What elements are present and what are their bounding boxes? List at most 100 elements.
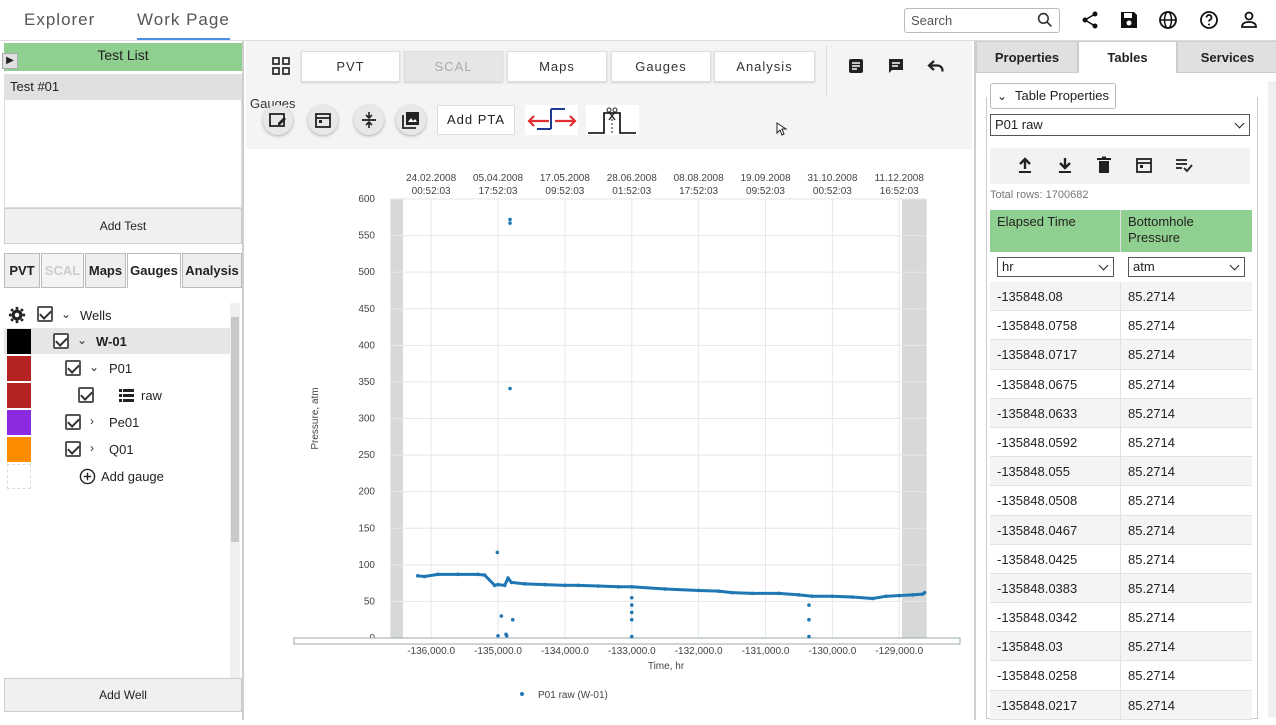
tab-properties[interactable]: Properties bbox=[976, 41, 1078, 73]
tab-pvt[interactable]: PVT bbox=[4, 253, 40, 288]
user-icon[interactable] bbox=[1239, 10, 1259, 30]
work-area: PVT SCAL Maps Gauges Analysis Gauges Add… bbox=[246, 41, 972, 720]
maps-button[interactable]: Maps bbox=[507, 51, 607, 82]
cell-pressure: 85.2714 bbox=[1128, 580, 1175, 596]
y-tick-label: 400 bbox=[358, 340, 375, 351]
table-row[interactable]: -135848.0592 85.2714 bbox=[990, 427, 1252, 458]
column-divider bbox=[1120, 369, 1121, 398]
color-swatch-p01[interactable] bbox=[7, 356, 31, 381]
column-header-elapsed-time[interactable]: Elapsed Time bbox=[997, 214, 1076, 230]
shift-button[interactable] bbox=[525, 105, 578, 135]
x-axis-scrollbar[interactable] bbox=[293, 637, 961, 645]
undo-icon[interactable] bbox=[927, 57, 945, 75]
pvt-button[interactable]: PVT bbox=[301, 51, 400, 82]
column-header-bottomhole-pressure[interactable]: Bottomhole Pressure bbox=[1128, 214, 1238, 246]
test-item[interactable]: Test #01 bbox=[4, 74, 242, 100]
grid-view-icon[interactable] bbox=[272, 57, 290, 75]
tree-row-q01[interactable]: › Q01 bbox=[4, 436, 230, 462]
table-scrollbar[interactable] bbox=[1268, 81, 1276, 717]
cell-pressure: 85.2714 bbox=[1128, 318, 1175, 334]
image-button[interactable] bbox=[396, 105, 426, 135]
add-well-button[interactable]: Add Well bbox=[4, 678, 242, 712]
data-point bbox=[504, 634, 509, 638]
tree-row-raw[interactable]: raw bbox=[4, 382, 230, 408]
gauges-button[interactable]: Gauges bbox=[611, 51, 711, 82]
table-select[interactable]: P01 raw bbox=[990, 114, 1250, 136]
table-row[interactable]: -135848.0342 85.2714 bbox=[990, 603, 1252, 633]
table-row[interactable]: -135848.03 85.2714 bbox=[990, 632, 1252, 662]
data-trace-segment bbox=[417, 574, 425, 579]
comment-icon[interactable] bbox=[887, 57, 905, 75]
table-row[interactable]: -135848.0758 85.2714 bbox=[990, 311, 1252, 341]
collapse-panel-button[interactable]: ▶ bbox=[2, 53, 18, 69]
table-row[interactable]: -135848.0258 85.2714 bbox=[990, 661, 1252, 691]
add-gauge-button[interactable]: Add gauge bbox=[4, 463, 230, 489]
globe-icon[interactable] bbox=[1158, 10, 1178, 30]
chevron-down-icon[interactable]: ⌄ bbox=[77, 334, 89, 346]
add-test-button[interactable]: Add Test bbox=[4, 208, 242, 244]
add-pta-button[interactable]: Add PTA bbox=[437, 105, 515, 135]
table-row[interactable]: -135848.0425 85.2714 bbox=[990, 544, 1252, 574]
tab-maps[interactable]: Maps bbox=[85, 253, 126, 288]
table-row[interactable]: -135848.0508 85.2714 bbox=[990, 486, 1252, 516]
tree-row-p01[interactable]: ⌄ P01 bbox=[4, 355, 230, 381]
data-point bbox=[508, 221, 512, 225]
tab-analysis[interactable]: Analysis bbox=[182, 253, 242, 288]
column-divider bbox=[1120, 311, 1121, 340]
table-row[interactable]: -135848.0675 85.2714 bbox=[990, 369, 1252, 399]
help-icon[interactable] bbox=[1199, 10, 1219, 30]
tab-gauges[interactable]: Gauges bbox=[127, 253, 181, 288]
p01-checkbox[interactable] bbox=[65, 360, 81, 376]
chevron-down-icon[interactable]: ⌄ bbox=[89, 361, 101, 373]
analysis-button[interactable]: Analysis bbox=[714, 51, 815, 82]
table-row[interactable]: -135848.055 85.2714 bbox=[990, 457, 1252, 487]
playlist-check-icon[interactable] bbox=[1175, 156, 1193, 174]
color-swatch-w01[interactable] bbox=[7, 329, 31, 354]
w01-checkbox[interactable] bbox=[53, 333, 69, 349]
data-trace-segment bbox=[665, 587, 699, 592]
tree-row-w01[interactable]: ⌄ W-01 bbox=[4, 328, 230, 354]
upload-icon[interactable] bbox=[1016, 156, 1034, 174]
tab-explorer[interactable]: Explorer bbox=[24, 10, 95, 30]
search-input[interactable]: Search bbox=[904, 8, 1060, 33]
delete-icon[interactable] bbox=[1095, 156, 1113, 174]
table-row[interactable]: -135848.08 85.2714 bbox=[990, 282, 1252, 312]
table-row[interactable]: -135848.0467 85.2714 bbox=[990, 515, 1252, 545]
edit-gauge-button[interactable] bbox=[263, 105, 293, 135]
settings-gear-icon[interactable] bbox=[8, 306, 26, 324]
chevron-right-icon[interactable]: › bbox=[90, 442, 102, 454]
scroll-thumb[interactable] bbox=[231, 317, 239, 542]
raw-checkbox[interactable] bbox=[78, 387, 94, 403]
save-icon[interactable] bbox=[1119, 10, 1139, 30]
table-properties-toggle[interactable]: ⌄ Table Properties bbox=[990, 83, 1116, 109]
pe01-checkbox[interactable] bbox=[65, 414, 81, 430]
share-icon[interactable] bbox=[1080, 10, 1100, 30]
tree-scrollbar[interactable] bbox=[230, 303, 240, 679]
color-swatch-raw[interactable] bbox=[7, 383, 31, 408]
compress-button[interactable] bbox=[354, 105, 384, 135]
table-row[interactable]: -135848.0217 85.2714 bbox=[990, 690, 1252, 720]
tab-tables[interactable]: Tables bbox=[1078, 41, 1177, 73]
table-row[interactable]: -135848.0633 85.2714 bbox=[990, 398, 1252, 428]
calendar-button[interactable] bbox=[308, 105, 338, 135]
color-swatch-pe01[interactable] bbox=[7, 410, 31, 435]
q01-checkbox[interactable] bbox=[65, 441, 81, 457]
pressure-unit-select[interactable]: atm bbox=[1128, 257, 1245, 277]
column-divider bbox=[1120, 282, 1121, 311]
color-swatch-q01[interactable] bbox=[7, 437, 31, 462]
y-tick-label: 550 bbox=[358, 231, 375, 242]
tab-services[interactable]: Services bbox=[1177, 41, 1276, 73]
tab-work-page[interactable]: Work Page bbox=[137, 10, 230, 40]
pressure-chart[interactable]: 050100150200250300350400450500550600-136… bbox=[246, 149, 972, 720]
download-icon[interactable] bbox=[1056, 156, 1074, 174]
document-icon[interactable] bbox=[847, 57, 865, 75]
cut-button[interactable] bbox=[586, 105, 639, 135]
calendar-icon[interactable] bbox=[1135, 156, 1153, 174]
time-unit-select[interactable]: hr bbox=[997, 257, 1114, 277]
table-row[interactable]: -135848.0717 85.2714 bbox=[990, 340, 1252, 370]
wells-checkbox[interactable] bbox=[37, 306, 53, 322]
chevron-right-icon[interactable]: › bbox=[90, 415, 102, 427]
tree-row-pe01[interactable]: › Pe01 bbox=[4, 409, 230, 435]
table-row[interactable]: -135848.0383 85.2714 bbox=[990, 573, 1252, 604]
chevron-down-icon[interactable]: ⌄ bbox=[61, 308, 73, 320]
